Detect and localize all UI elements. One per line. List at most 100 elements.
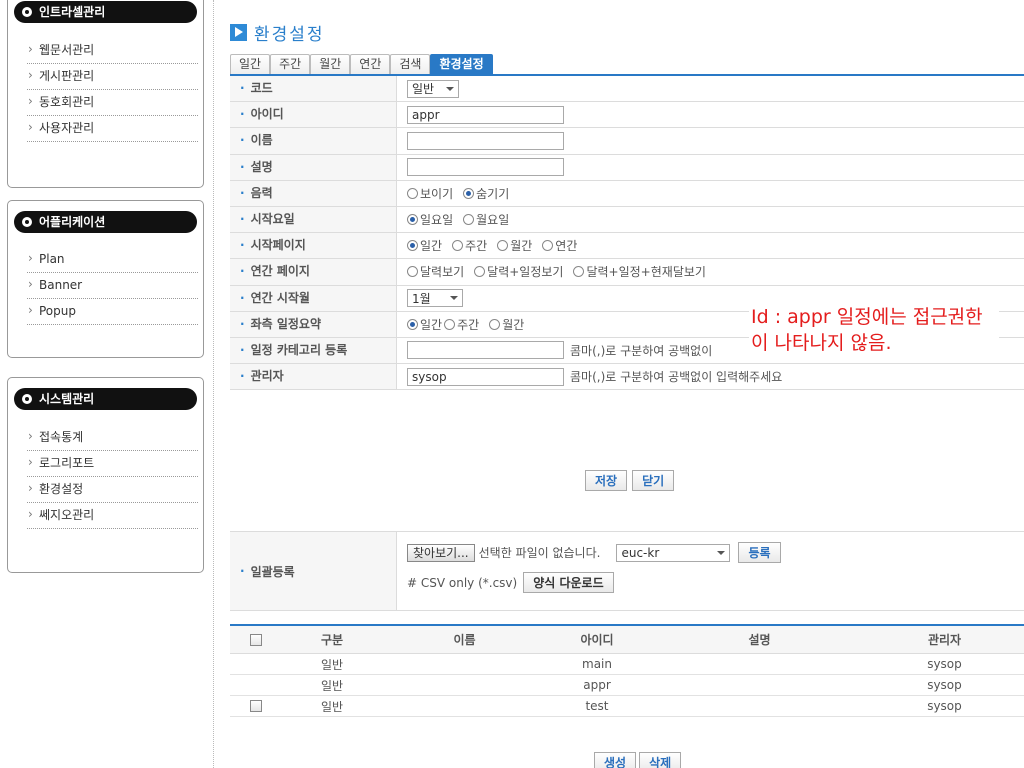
form-row-desc: 설명 — [230, 154, 1024, 181]
sidebar-item-popup[interactable]: Popup — [27, 298, 198, 325]
table-row[interactable]: 일반 appr sysop — [230, 675, 1024, 696]
sidebar-item-access-stats[interactable]: 접속통계 — [27, 424, 198, 451]
form-label: 음력 — [230, 180, 397, 206]
save-button-row: 저장 닫기 — [585, 470, 675, 491]
form-row-id: 아이디 appr — [230, 102, 1024, 129]
sidebar-item-board[interactable]: 게시판관리 — [27, 63, 198, 90]
play-arrow-icon — [230, 23, 247, 41]
sidebar-item-log-report[interactable]: 로그리포트 — [27, 450, 198, 477]
row-checkbox[interactable] — [250, 700, 262, 712]
tab-daily[interactable]: 일간 — [230, 54, 271, 74]
radio-icon — [463, 187, 475, 199]
radio-label: 달력보기 — [420, 265, 465, 280]
create-button[interactable]: 생성 — [594, 752, 637, 768]
sidebar-item-club[interactable]: 동호회관리 — [27, 89, 198, 116]
form-row-start-page: 시작페이지 일간 주간 월간 연간 — [230, 233, 1024, 260]
radio-year-calendar-schedule-current[interactable]: 달력+일정+현재달보기 — [573, 263, 706, 280]
form-label: 코드 — [230, 76, 397, 102]
select-all-checkbox[interactable] — [250, 633, 262, 646]
form-row-start-day: 시작요일 일요일 월요일 — [230, 206, 1024, 234]
code-select[interactable]: 일반 — [407, 79, 459, 98]
sidebar-item-users[interactable]: 사용자관리 — [27, 115, 198, 142]
sidebar-item-webdoc[interactable]: 웹문서관리 — [27, 37, 198, 64]
cell-id: test — [585, 699, 609, 713]
sidebar-item-sejio[interactable]: 쎄지오관리 — [27, 502, 198, 529]
sidebar-section-title[interactable]: 어플리케이션 — [14, 211, 197, 233]
sidebar-list: 웹문서관리 게시판관리 동호회관리 사용자관리 — [27, 37, 198, 142]
category-hint: 콤마(,)로 구분하여 공백없이 — [570, 343, 713, 358]
sidebar-section-title[interactable]: 인트라셀관리 — [14, 1, 197, 23]
form-label: 관리자 — [230, 364, 397, 390]
form-label: 설명 — [230, 154, 397, 180]
tab-monthly[interactable]: 월간 — [310, 54, 351, 74]
chevron-down-icon — [450, 296, 458, 301]
column-header: 이름 — [453, 633, 476, 647]
column-header: 관리자 — [927, 633, 962, 647]
page-title-text: 환경설정 — [254, 24, 325, 45]
radio-icon — [542, 240, 554, 252]
form-label: 연간 페이지 — [230, 259, 397, 285]
encoding-select[interactable]: euc-kr — [616, 543, 731, 562]
radio-icon — [573, 266, 585, 278]
encoding-value: euc-kr — [621, 545, 660, 560]
id-input[interactable]: appr — [407, 105, 564, 124]
sidebar-section-title[interactable]: 시스템관리 — [14, 388, 197, 410]
radio-icon — [407, 240, 418, 252]
radio-start-yearly[interactable]: 연간 — [542, 237, 577, 254]
radio-start-monthly[interactable]: 월간 — [497, 237, 532, 254]
desc-input[interactable] — [407, 158, 564, 177]
form-row-admin: 관리자 sysop 콤마(,)로 구분하여 공백없이 입력해주세요 — [230, 364, 1024, 391]
year-start-select[interactable]: 1월 — [407, 289, 463, 308]
radio-sunday[interactable]: 일요일 — [407, 211, 453, 228]
radio-label: 월간 — [510, 239, 533, 254]
delete-button[interactable]: 삭제 — [639, 752, 682, 768]
name-input[interactable] — [407, 131, 564, 150]
form-label: 연간 시작월 — [230, 285, 397, 311]
csv-note: # CSV only (*.csv) — [407, 575, 518, 590]
form-label: 이름 — [230, 128, 397, 154]
radio-year-calendar[interactable]: 달력보기 — [407, 263, 464, 280]
admin-input[interactable]: sysop — [407, 367, 564, 386]
sidebar-item-settings[interactable]: 환경설정 — [27, 476, 198, 503]
radio-year-calendar-schedule[interactable]: 달력+일정보기 — [474, 263, 563, 280]
close-button[interactable]: 닫기 — [632, 470, 675, 491]
sidebar-item-banner[interactable]: Banner — [27, 272, 198, 299]
calendar-list-table: 구분 이름 아이디 설명 관리자 일반 main sysop 일반 appr s… — [230, 624, 1024, 717]
radio-label: 주간 — [465, 239, 488, 254]
radio-icon — [497, 240, 509, 252]
bulk-label: 일괄등록 — [230, 532, 397, 610]
save-button[interactable]: 저장 — [585, 470, 628, 491]
sidebar-item-plan[interactable]: Plan — [27, 246, 198, 273]
browse-button[interactable]: 찾아보기... — [407, 543, 475, 562]
radio-label: 일간 — [420, 317, 443, 332]
table-row[interactable]: 일반 main sysop — [230, 654, 1024, 675]
radio-monday[interactable]: 월요일 — [463, 211, 509, 228]
radio-icon — [407, 266, 418, 278]
tab-yearly[interactable]: 연간 — [350, 54, 391, 74]
radio-summary-daily[interactable]: 일간 — [407, 316, 442, 333]
radio-icon — [407, 214, 418, 226]
radio-summary-weekly[interactable]: 주간 — [444, 316, 479, 333]
radio-start-daily[interactable]: 일간 — [407, 237, 442, 254]
register-button[interactable]: 등록 — [738, 542, 781, 563]
radio-summary-monthly[interactable]: 월간 — [489, 316, 524, 333]
tab-search[interactable]: 검색 — [390, 54, 431, 74]
radio-label: 숨기기 — [476, 186, 510, 201]
radio-lunar-hide[interactable]: 숨기기 — [463, 185, 509, 202]
year-start-value: 1월 — [412, 291, 431, 306]
radio-lunar-show[interactable]: 보이기 — [407, 185, 453, 202]
no-file-text: 선택한 파일이 없습니다. — [478, 546, 601, 560]
tab-weekly[interactable]: 주간 — [270, 54, 311, 74]
radio-start-weekly[interactable]: 주간 — [452, 237, 487, 254]
radio-label: 보이기 — [420, 186, 454, 201]
download-template-button[interactable]: 양식 다운로드 — [523, 572, 614, 593]
tab-settings[interactable]: 환경설정 — [430, 54, 493, 74]
radio-icon — [489, 318, 501, 330]
table-row[interactable]: 일반 test sysop — [230, 696, 1024, 717]
category-input[interactable] — [407, 341, 564, 360]
radio-label: 월요일 — [476, 213, 510, 228]
cell-admin: sysop — [927, 657, 962, 671]
cell-admin: sysop — [927, 678, 962, 692]
admin-hint: 콤마(,)로 구분하여 공백없이 입력해주세요 — [570, 370, 783, 385]
cell-id: main — [582, 657, 612, 671]
